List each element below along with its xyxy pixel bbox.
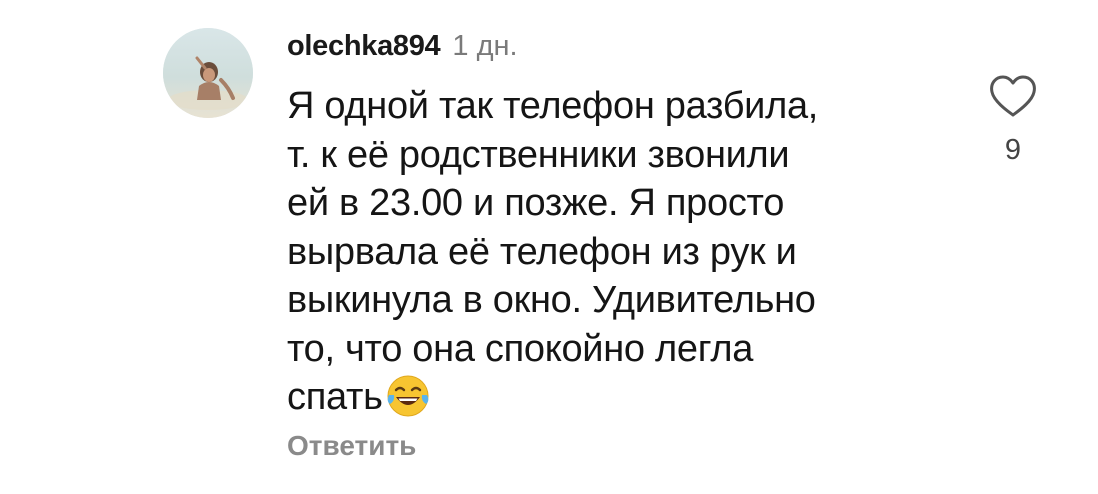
like-button[interactable] — [988, 72, 1038, 120]
like-count: 9 — [1004, 134, 1022, 166]
comment-text-line: т. к её родственники звонили — [287, 133, 790, 176]
comment-header: olechka894 1 дн. — [287, 30, 518, 70]
avatar[interactable] — [163, 28, 253, 118]
face-with-tears-of-joy-icon — [385, 373, 431, 419]
username[interactable]: olechka894 — [287, 30, 441, 63]
comment-text: Я одной так телефон разбила, т. к её род… — [287, 82, 927, 422]
comment-text-last-line: спать — [287, 373, 927, 422]
comment: olechka894 1 дн. Я одной так телефон раз… — [0, 0, 1098, 494]
comment-text-line: вырвала её телефон из рук и — [287, 230, 797, 273]
heart-outline-icon — [990, 75, 1036, 117]
comment-text-line: Я одной так телефон разбила, — [287, 85, 819, 127]
timestamp: 1 дн. — [452, 30, 518, 62]
comment-text-line: ей в 23.00 и позже. Я просто — [287, 182, 785, 224]
reply-button[interactable]: Ответить — [287, 430, 416, 462]
avatar-photo — [163, 28, 253, 118]
comment-text-line: выкинула в окно. Удивительно — [287, 279, 816, 321]
comment-text-line: спать — [287, 376, 383, 418]
comment-text-line: то, что она спокойно легла — [287, 327, 754, 370]
